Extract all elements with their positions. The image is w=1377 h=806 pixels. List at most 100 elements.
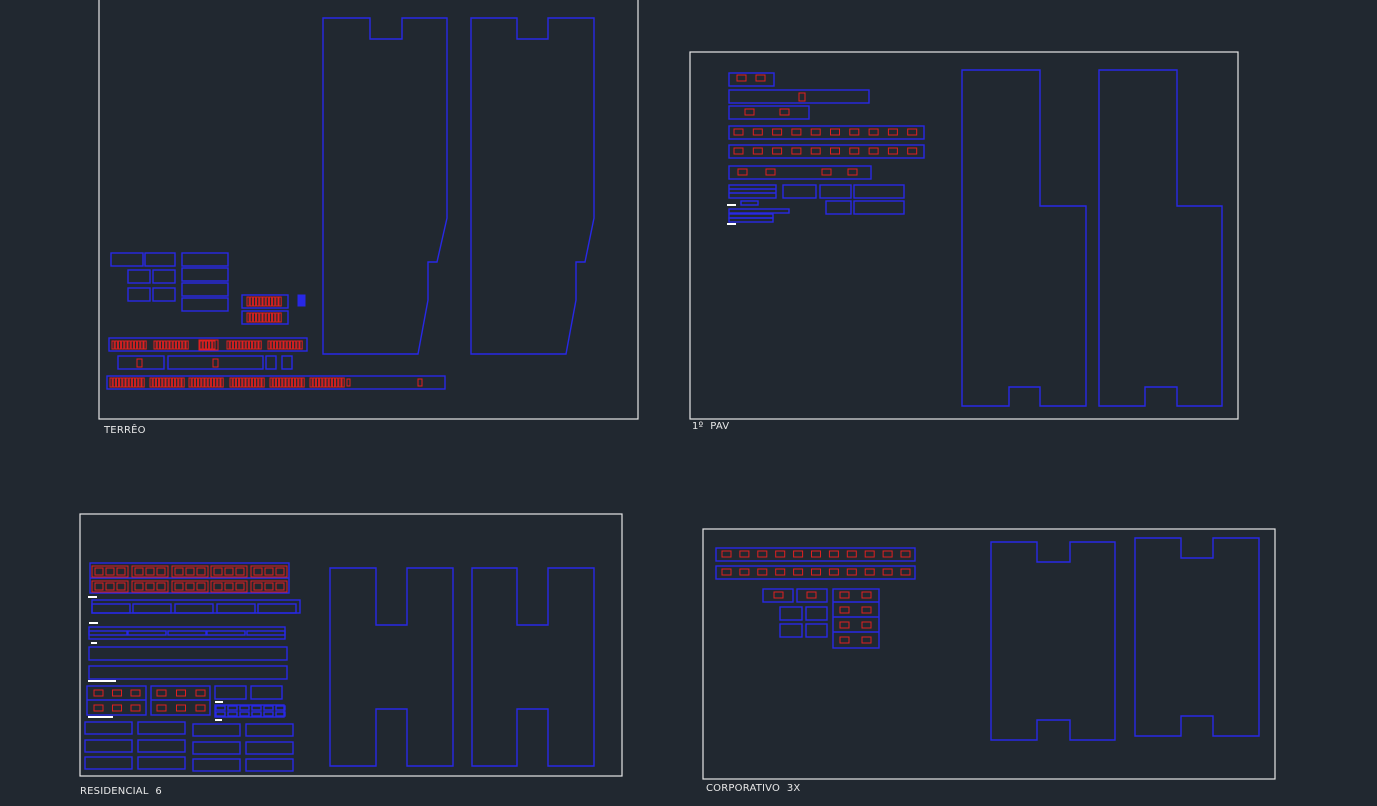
legend-cell: [263, 711, 274, 717]
hatch-mark: [168, 377, 172, 388]
residencial-plan-left: [329, 567, 454, 767]
legend-cell: [216, 603, 256, 614]
legend-cell: [239, 711, 250, 717]
hatch-mark: [141, 377, 145, 388]
hatch-mark: [262, 296, 266, 307]
hatch-mark: [172, 340, 176, 350]
block-symbol: [849, 147, 860, 155]
block-symbol: [900, 568, 911, 576]
block-symbol: [94, 567, 104, 576]
legend-cell: [137, 756, 186, 770]
block-symbol: [134, 582, 144, 591]
legend-cell: [137, 739, 186, 753]
hatch-mark: [319, 377, 323, 388]
hatch-mark: [239, 377, 243, 388]
block-symbol: [868, 147, 879, 155]
hatch-mark: [185, 340, 189, 350]
hatch-mark: [121, 340, 125, 350]
block-symbol: [116, 567, 126, 576]
hatch-mark: [255, 340, 259, 350]
hatch-mark: [280, 340, 284, 350]
legend-cell: [132, 603, 172, 614]
block-symbol: [417, 378, 423, 387]
block-symbol: [847, 168, 858, 176]
block-symbol: [212, 358, 219, 368]
legend-cell: [91, 603, 131, 614]
hatch-mark: [117, 340, 122, 350]
legend-cell: [84, 756, 133, 770]
block-symbol: [739, 568, 750, 576]
block-symbol: [830, 128, 840, 136]
hatch-mark: [322, 377, 326, 388]
block-symbol: [156, 582, 166, 591]
hatch-mark: [159, 377, 163, 388]
legend-cell: [251, 705, 262, 711]
hatch-mark: [341, 377, 345, 388]
hatch-mark: [291, 377, 296, 388]
block-symbol: [757, 550, 768, 558]
block-symbol: [196, 582, 206, 591]
hatch-mark: [249, 296, 253, 307]
hatch-mark: [135, 377, 139, 388]
hatch-mark: [298, 377, 302, 388]
hatch-mark: [220, 377, 224, 388]
hatch-mark: [265, 312, 269, 323]
hatch-mark: [191, 377, 195, 388]
hatch-mark: [205, 340, 210, 350]
block-symbol: [846, 550, 857, 558]
block-symbol: [156, 567, 166, 576]
hatch-mark: [236, 340, 240, 350]
block-symbol: [775, 550, 786, 558]
hatch-mark: [131, 377, 136, 388]
hatch-mark: [325, 377, 329, 388]
block-symbol: [733, 147, 744, 155]
hatch-mark: [163, 340, 167, 350]
hatch-mark: [229, 377, 233, 388]
block-symbol: [744, 108, 755, 116]
hatch-mark: [122, 377, 126, 388]
hatch-mark: [268, 296, 273, 307]
hatch-mark: [229, 340, 233, 350]
block-symbol: [839, 636, 850, 644]
block-symbol: [235, 567, 245, 576]
legend-cell: [227, 711, 238, 717]
hatch-mark: [212, 340, 216, 350]
hatch-mark: [278, 296, 282, 307]
hatch-mark: [156, 340, 160, 350]
block-symbol: [864, 568, 875, 576]
cad-drawing-canvas[interactable]: [0, 0, 1377, 806]
block-symbol: [346, 378, 351, 387]
hatch-mark: [245, 377, 249, 388]
block-symbol: [185, 582, 195, 591]
hatch-mark: [267, 340, 271, 350]
hatch-mark: [159, 340, 164, 350]
hatch-mark: [259, 312, 263, 323]
block-symbol: [145, 567, 155, 576]
hatch-mark: [166, 340, 170, 350]
hatch-mark: [246, 312, 250, 323]
hatch-mark: [301, 377, 305, 388]
block-symbol: [839, 591, 850, 599]
hatch-mark: [256, 312, 260, 323]
hatch-mark: [194, 377, 199, 388]
block-symbol: [195, 689, 206, 697]
hatch-mark: [171, 377, 176, 388]
hatch-mark: [272, 296, 276, 307]
block-symbol: [830, 147, 840, 155]
block-symbol: [196, 567, 206, 576]
block-symbol: [145, 582, 155, 591]
hatch-mark: [175, 340, 180, 350]
hatch-mark: [252, 340, 256, 350]
hatch-mark: [248, 377, 252, 388]
block-symbol: [116, 582, 126, 591]
block-symbol: [806, 591, 817, 599]
block-symbol: [864, 550, 875, 558]
block-symbol: [112, 689, 122, 697]
block-symbol: [849, 128, 860, 136]
hatch-mark: [128, 377, 132, 388]
block-symbol: [779, 108, 790, 116]
block-symbol: [839, 621, 850, 629]
hatch-mark: [210, 377, 215, 388]
hatch-mark: [232, 340, 237, 350]
hatch-mark: [114, 340, 118, 350]
